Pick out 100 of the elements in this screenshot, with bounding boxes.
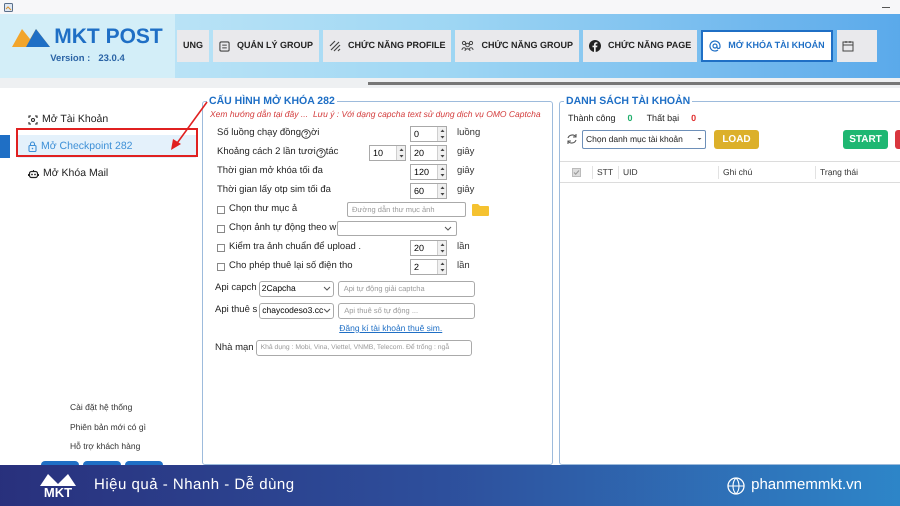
tab[interactable]: CHỨC NĂNG PAGE (582, 30, 698, 62)
api-dropdown[interactable]: 2Capcha (258, 280, 334, 296)
column-header[interactable]: STT (592, 166, 618, 179)
setting-label: tác (326, 145, 338, 160)
chevron-down-icon (322, 286, 331, 291)
number-spinner[interactable]: 20 (410, 240, 447, 256)
column-header[interactable]: Trạng thái (815, 166, 895, 179)
spin-down-icon[interactable] (438, 134, 447, 140)
spin-down-icon[interactable] (438, 248, 447, 254)
refresh-icon[interactable] (566, 133, 578, 146)
version-label: Version : (50, 52, 90, 66)
stat-value: 0 (628, 112, 633, 125)
setting-label: Thời gian mở khóa tối đa (217, 164, 323, 178)
version-number: 23.0.4 (98, 52, 125, 66)
spin-down-icon[interactable] (438, 152, 447, 160)
lock-icon (28, 141, 37, 152)
column-header[interactable]: UID (618, 166, 718, 179)
footer-tile[interactable] (83, 461, 121, 465)
tab[interactable]: CHỨC NĂNG PROFILE (323, 30, 452, 62)
check-icon (572, 168, 580, 176)
unit-label: giây (457, 145, 474, 160)
register-sim-link[interactable]: Đăng kí tài khoản thuê sim. (339, 322, 476, 334)
sidebar-item[interactable]: Mở Khóa Mail (18, 162, 196, 185)
tab[interactable]: CHỨC NĂNG GROUP (455, 30, 579, 62)
footer-logo-text: MKT (44, 486, 72, 499)
people-icon (461, 40, 474, 52)
stat-value: 0 (691, 112, 696, 125)
at-icon (709, 40, 722, 52)
checkbox[interactable] (217, 224, 225, 232)
unit-label: giây (457, 183, 474, 198)
column-header[interactable]: Ghi chú (718, 166, 815, 179)
chevron-down-icon (323, 308, 332, 313)
scan-icon (28, 114, 38, 124)
minimize-icon[interactable] (882, 6, 890, 8)
panel-title: DANH SÁCH TÀI KHOẢN (565, 94, 692, 109)
setting-label: Số luồng chạy đồng (217, 126, 301, 140)
number-spinner[interactable]: 0 (410, 126, 447, 142)
setting-label: Thời gian lấy otp sim tối đa (217, 183, 331, 198)
setting-label: Khoảng cách 2 lần tươi (217, 145, 316, 160)
sidebar-link[interactable]: Hỗ trợ khách hàng (70, 440, 200, 453)
sidebar-item[interactable]: Mở Tài Khoản (18, 108, 196, 131)
sidebar-link[interactable]: Cài đặt hệ thống (70, 400, 200, 414)
help-icon[interactable] (316, 148, 326, 158)
number-spinner[interactable]: 20 (410, 144, 447, 160)
pointer-arrow (169, 100, 209, 152)
captcha-note: Lưu ý : Với dạng capcha text sử dụng dịch vụ OMO Captcha (312, 108, 541, 120)
category-dropdown[interactable]: Chọn danh mục tài khoản (582, 130, 706, 149)
stat-label: Thành công (568, 112, 616, 125)
tab[interactable]: QUẢN LÝ GROUP (213, 30, 320, 62)
selection-bar (0, 135, 10, 158)
setting-label: Chọn ảnh tự động theo w (229, 221, 336, 236)
number-spinner[interactable]: 120 (410, 164, 447, 180)
logo-icon (38, 472, 78, 486)
tab[interactable]: MỞ KHÓA TÀI KHOẢN (701, 30, 833, 62)
list-icon (219, 40, 230, 52)
footer-tile[interactable] (41, 461, 79, 465)
chevron-down-icon (444, 226, 452, 230)
number-spinner[interactable]: 10 (369, 144, 406, 160)
setting-label: Nhà mạn (215, 341, 254, 356)
website-url: phanmemmkt.vn (751, 475, 862, 496)
setting-label: Api thuê s (215, 303, 258, 318)
help-icon[interactable] (300, 128, 311, 138)
spin-down-icon[interactable] (438, 190, 447, 198)
setting-label: ời (310, 126, 320, 140)
checkbox[interactable] (217, 262, 225, 270)
checkbox[interactable] (217, 244, 225, 252)
scrollbar[interactable] (368, 82, 900, 84)
setting-label: Kiểm tra ảnh chuẩn để upload . (229, 240, 362, 254)
setting-label: Api capch (215, 281, 257, 296)
api-dropdown[interactable]: chaycodeso3.cc (259, 302, 334, 318)
calendar-icon (842, 40, 854, 52)
stop-button[interactable] (895, 130, 900, 149)
spin-down-icon[interactable] (397, 152, 406, 160)
facebook-icon (588, 40, 601, 52)
unit-label: lần (457, 240, 470, 254)
tab[interactable]: UNG (177, 30, 209, 62)
spin-down-icon[interactable] (438, 266, 447, 274)
spin-down-icon[interactable] (438, 172, 447, 178)
logo-text: MKT POST (54, 26, 163, 47)
unit-label: luồng (457, 126, 480, 140)
dropdown-arrow-icon (697, 137, 702, 142)
checkbox[interactable] (217, 206, 225, 214)
stat-label: Thất bại (646, 112, 680, 125)
robot-icon (28, 168, 39, 178)
slogan: Hiệu quả - Nhanh - Dễ dùng (94, 475, 295, 496)
number-spinner[interactable]: 60 (410, 182, 447, 198)
select-all-checkbox[interactable] (572, 168, 580, 177)
footer-tile[interactable] (125, 461, 163, 465)
guide-link[interactable]: Xem hướng dẫn tại đây ... (210, 108, 308, 120)
globe-icon (727, 476, 746, 494)
setting-label: Cho phép thuê lại số điện tho (229, 259, 353, 274)
unit-label: lần (457, 259, 470, 274)
sidebar-link[interactable]: Phiên bản mới có gì (70, 420, 200, 434)
panel-title: CẤU HÌNH MỞ KHÓA 282 (208, 94, 336, 109)
number-spinner[interactable]: 2 (410, 258, 447, 274)
app-icon (4, 2, 13, 12)
setting-label: Chọn thư mục ả (229, 202, 298, 216)
unit-label: giây (457, 164, 474, 178)
stripes-icon (329, 40, 342, 52)
tab[interactable] (836, 30, 877, 62)
